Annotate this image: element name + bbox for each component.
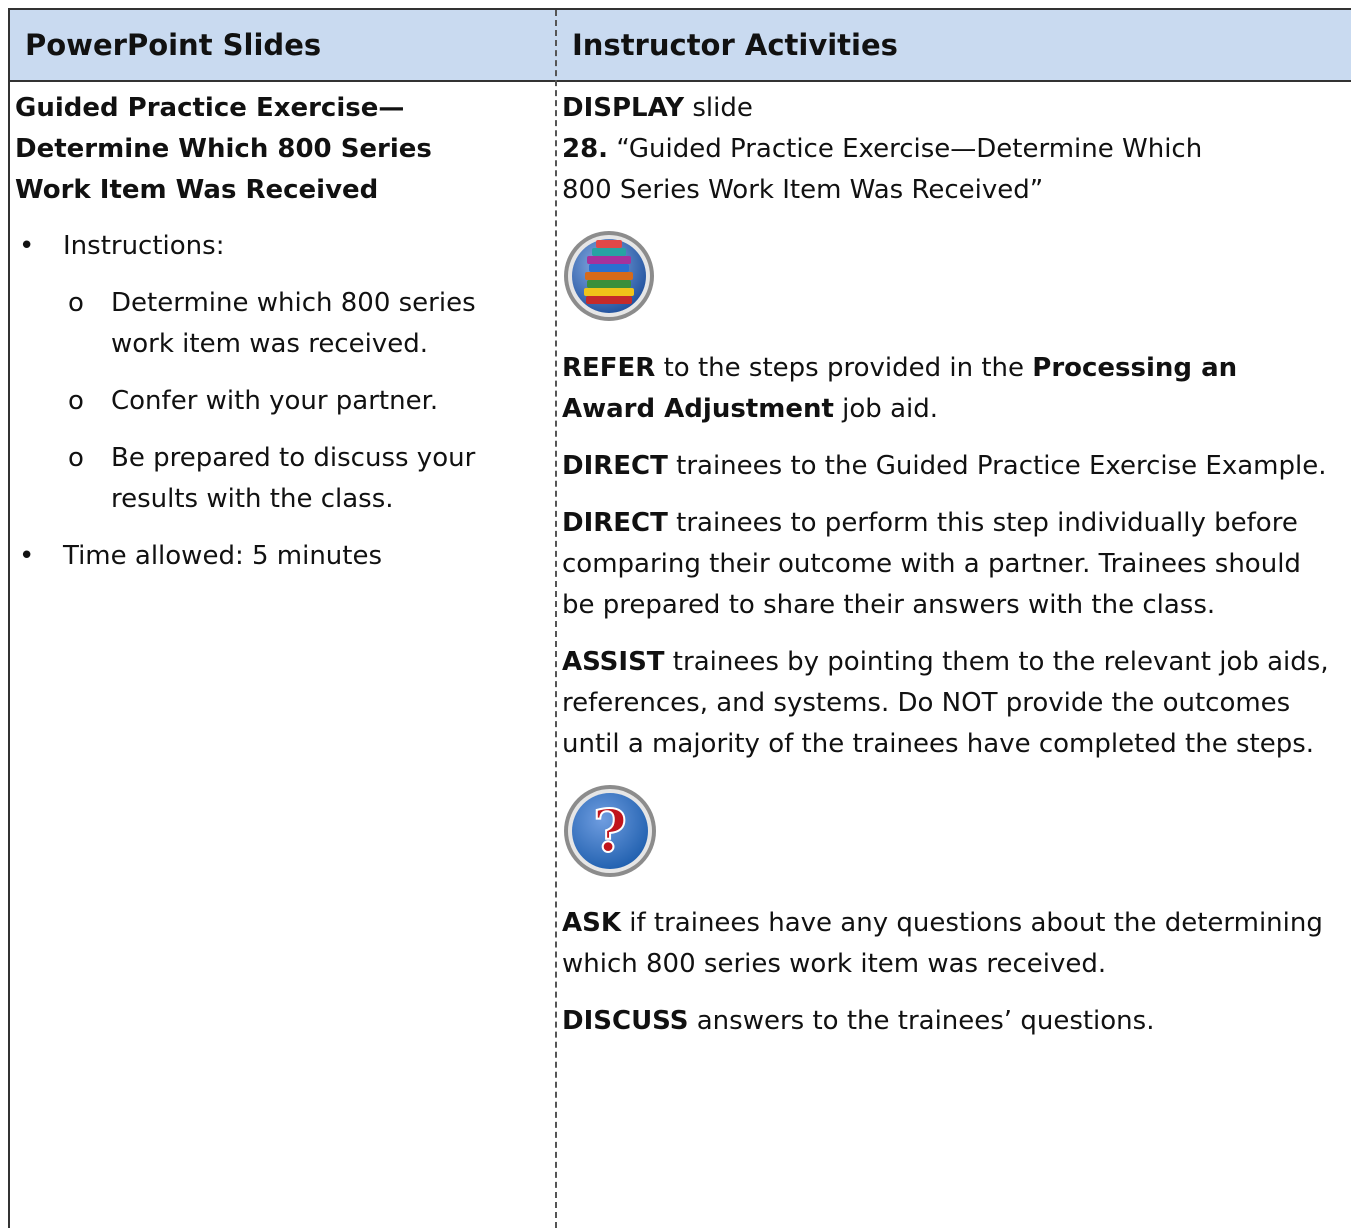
direct-instruction: DIRECT trainees to the Guided Practice E…: [562, 446, 1337, 487]
refer-text: to the steps provided in the: [655, 353, 1033, 383]
discuss-keyword: DISCUSS: [562, 1006, 689, 1036]
assist-keyword: ASSIST: [562, 647, 665, 677]
assist-instruction: ASSIST trainees by pointing them to the …: [562, 642, 1337, 765]
sub-bullet-icon: o: [68, 386, 84, 416]
sub-bullet-icon: o: [68, 443, 84, 473]
column-divider: [555, 10, 557, 1228]
direct-keyword: DIRECT: [562, 508, 668, 538]
header-instructor-activities: Instructor Activities: [572, 28, 898, 62]
sub-item-text: Be prepared to discuss your: [111, 443, 476, 473]
slide-number: 28.: [562, 134, 609, 164]
slide-bullet-list: • Instructions: o Determine which 800 se…: [15, 226, 530, 577]
display-keyword: DISPLAY: [562, 93, 685, 123]
list-item: o Be prepared to discuss your results wi…: [15, 438, 530, 520]
slide-title-quote-line2: 800 Series Work Item Was Received”: [562, 175, 1044, 205]
time-allowed-text: Time allowed: 5 minutes: [63, 541, 383, 571]
slide-title-line: Guided Practice Exercise—: [15, 93, 405, 123]
question-mark-icon: ?: [562, 781, 658, 881]
direct-text: trainees to perform this step individual…: [562, 508, 1301, 620]
activities-column: DISPLAY slide 28. “Guided Practice Exerc…: [562, 88, 1337, 1058]
direct-instruction: DIRECT trainees to perform this step ind…: [562, 503, 1337, 626]
sub-item-text: work item was received.: [111, 329, 428, 359]
refer-instruction: REFER to the steps provided in the Proce…: [562, 348, 1337, 430]
discuss-instruction: DISCUSS answers to the trainees’ questio…: [562, 1001, 1337, 1042]
ask-instruction: ASK if trainees have any questions about…: [562, 903, 1337, 985]
slide-title-quote: “Guided Practice Exercise—Determine Whic…: [608, 134, 1203, 164]
header-powerpoint-slides: PowerPoint Slides: [25, 28, 322, 62]
table-header-row: PowerPoint Slides Instructor Activities: [10, 10, 1351, 82]
sub-item-text: Confer with your partner.: [111, 386, 439, 416]
ask-keyword: ASK: [562, 908, 621, 938]
slide-column: Guided Practice Exercise— Determine Whic…: [15, 88, 530, 593]
direct-text: trainees to the Guided Practice Exercise…: [667, 451, 1327, 481]
refer-keyword: REFER: [562, 353, 656, 383]
slide-title-line: Work Item Was Received: [15, 175, 379, 205]
refer-text-end: job aid.: [833, 394, 938, 424]
question-mark-glyph: ?: [593, 797, 627, 865]
sub-bullet-icon: o: [68, 288, 84, 318]
bullet-icon: •: [19, 231, 35, 261]
list-item: o Determine which 800 series work item w…: [15, 283, 530, 365]
list-item: • Instructions:: [15, 226, 530, 267]
sub-item-text: Determine which 800 series: [111, 288, 476, 318]
display-text: slide: [684, 93, 753, 123]
direct-keyword: DIRECT: [562, 451, 668, 481]
instructions-label: Instructions:: [63, 231, 225, 261]
slide-title: Guided Practice Exercise— Determine Whic…: [15, 88, 530, 211]
list-item: o Confer with your partner.: [15, 381, 530, 422]
discuss-text: answers to the trainees’ questions.: [688, 1006, 1155, 1036]
slide-title-line: Determine Which 800 Series: [15, 134, 432, 164]
sub-item-text: results with the class.: [111, 484, 394, 514]
books-stack-icon: [562, 226, 658, 326]
list-item: • Time allowed: 5 minutes: [15, 536, 530, 577]
display-instruction: DISPLAY slide 28. “Guided Practice Exerc…: [562, 88, 1337, 211]
ask-text: if trainees have any questions about the…: [562, 908, 1323, 979]
assist-text: trainees by pointing them to the relevan…: [562, 647, 1329, 759]
bullet-icon: •: [19, 541, 35, 571]
